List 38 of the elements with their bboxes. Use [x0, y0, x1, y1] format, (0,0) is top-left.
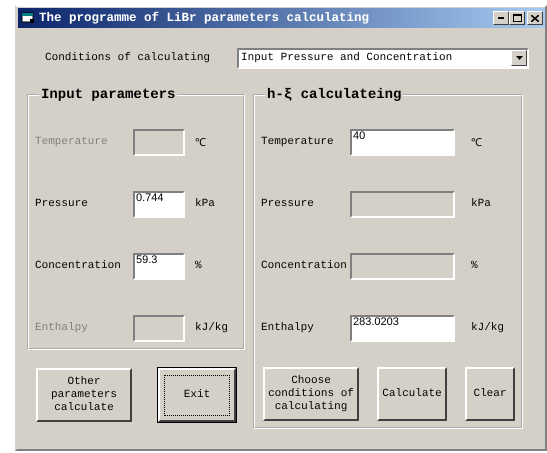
minimize-button[interactable] [493, 11, 509, 25]
dropdown-arrow-icon [516, 56, 522, 60]
field-label: Temperature [35, 136, 109, 148]
conditions-label: Conditions of calculating [44, 52, 212, 64]
field-label: Pressure [35, 198, 89, 210]
unit-label: kPa [470, 198, 492, 210]
field-label: Enthalpy [35, 322, 89, 334]
minimize-icon [498, 17, 504, 19]
unit-label: ℃ [470, 137, 483, 150]
maximize-button[interactable] [509, 11, 525, 25]
maximize-icon [512, 14, 522, 22]
input-field[interactable]: 40 [350, 128, 455, 156]
field-label: Pressure [261, 198, 315, 210]
input-field[interactable]: 59.3 [133, 252, 185, 280]
close-icon [531, 14, 539, 22]
unit-label: kPa [194, 198, 216, 210]
window-title: The programme of LiBr parameters calculating [39, 11, 370, 25]
input-field[interactable]: 283.0203 [350, 314, 455, 342]
group-title: Input parameters [40, 87, 176, 103]
field-label: Temperature [261, 136, 335, 148]
push-button[interactable]: Choose conditions of calculating [263, 367, 359, 421]
input-field[interactable]: 0.744 [133, 190, 185, 218]
conditions-dropdown[interactable]: Input Pressure and Concentration [237, 48, 529, 68]
group-title: h-ξ calculateing [266, 87, 402, 103]
unit-label: kJ/kg [470, 322, 506, 334]
field-label: Concentration [35, 260, 122, 272]
field-label: Enthalpy [261, 322, 315, 334]
push-button[interactable]: Calculate [377, 367, 447, 421]
app-icon [21, 12, 35, 24]
unit-label: % [194, 260, 203, 272]
unit-label: kJ/kg [194, 322, 230, 334]
push-button[interactable]: Clear [465, 367, 515, 421]
push-button[interactable]: Exit [158, 368, 236, 422]
unit-label: % [470, 260, 479, 272]
close-button[interactable] [527, 11, 543, 25]
push-button[interactable]: Other parameters calculate [36, 368, 132, 422]
unit-label: ℃ [194, 137, 207, 150]
field-label: Concentration [261, 260, 348, 272]
